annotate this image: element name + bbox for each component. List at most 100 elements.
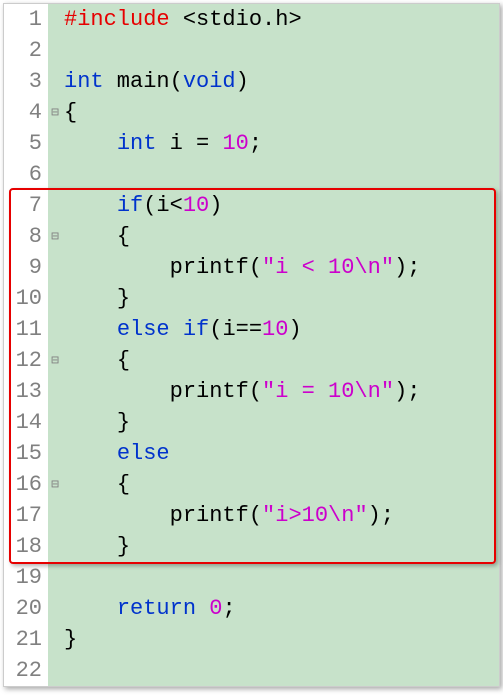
code-content[interactable]	[62, 159, 499, 190]
token-ident	[170, 7, 183, 32]
code-content[interactable]: if(i<10)	[62, 190, 499, 221]
token-punc: {	[64, 100, 77, 125]
code-line: 6	[4, 159, 499, 190]
fold-marker	[48, 593, 62, 624]
token-num: 10	[183, 193, 209, 218]
line-number: 8	[4, 221, 48, 252]
fold-marker	[48, 314, 62, 345]
token-punc: ;	[407, 255, 420, 280]
line-number: 18	[4, 531, 48, 562]
fold-marker	[48, 4, 62, 35]
token-keyword: return	[117, 596, 196, 621]
code-line: 14 }	[4, 407, 499, 438]
code-content[interactable]: return 0;	[62, 593, 499, 624]
token-punc: {	[117, 472, 130, 497]
code-content[interactable]: else if(i==10)	[62, 314, 499, 345]
code-line: 18 }	[4, 531, 499, 562]
token-type: int	[64, 69, 104, 94]
code-content[interactable]	[62, 655, 499, 686]
code-line: 20 return 0;	[4, 593, 499, 624]
code-content[interactable]: }	[62, 531, 499, 562]
token-preproc: #include	[64, 7, 170, 32]
code-content[interactable]: int i = 10;	[62, 128, 499, 159]
fold-marker	[48, 252, 62, 283]
token-punc: {	[117, 348, 130, 373]
fold-marker	[48, 128, 62, 159]
code-content[interactable]: printf("i = 10\n");	[62, 376, 499, 407]
line-number: 22	[4, 655, 48, 686]
code-content[interactable]: }	[62, 283, 499, 314]
fold-marker	[48, 438, 62, 469]
token-ident	[64, 472, 117, 497]
fold-marker	[48, 407, 62, 438]
token-ident	[170, 317, 183, 342]
code-content[interactable]: else	[62, 438, 499, 469]
code-line: 7 if(i<10)	[4, 190, 499, 221]
token-punc: <	[170, 193, 183, 218]
token-punc: (	[209, 317, 222, 342]
code-content[interactable]: }	[62, 624, 499, 655]
code-line: 1#include <stdio.h>	[4, 4, 499, 35]
token-punc: )	[288, 317, 301, 342]
code-content[interactable]: {	[62, 345, 499, 376]
line-number: 19	[4, 562, 48, 593]
token-keyword: else	[117, 441, 170, 466]
token-punc: ==	[236, 317, 262, 342]
fold-marker	[48, 35, 62, 66]
code-line: 8⊟ {	[4, 221, 499, 252]
fold-marker	[48, 531, 62, 562]
code-content[interactable]: {	[62, 97, 499, 128]
code-content[interactable]: printf("i < 10\n");	[62, 252, 499, 283]
token-ident: main	[104, 69, 170, 94]
line-number: 4	[4, 97, 48, 128]
code-content[interactable]: {	[62, 221, 499, 252]
code-line: 11 else if(i==10)	[4, 314, 499, 345]
line-number: 9	[4, 252, 48, 283]
code-content[interactable]: {	[62, 469, 499, 500]
token-punc: )	[236, 69, 249, 94]
code-line: 2	[4, 35, 499, 66]
line-number: 14	[4, 407, 48, 438]
line-number: 3	[4, 66, 48, 97]
fold-marker	[48, 500, 62, 531]
token-ident	[64, 348, 117, 373]
token-punc: }	[117, 286, 130, 311]
fold-marker[interactable]: ⊟	[48, 345, 62, 376]
fold-marker[interactable]: ⊟	[48, 221, 62, 252]
token-punc: ;	[249, 131, 262, 156]
line-number: 16	[4, 469, 48, 500]
code-line: 21}	[4, 624, 499, 655]
token-punc: (	[249, 503, 262, 528]
token-ident: i	[156, 193, 169, 218]
token-punc: {	[117, 224, 130, 249]
token-ident	[64, 410, 117, 435]
code-content[interactable]: }	[62, 407, 499, 438]
code-content[interactable]: printf("i>10\n");	[62, 500, 499, 531]
code-content[interactable]	[62, 562, 499, 593]
token-punc: )	[209, 193, 222, 218]
token-ident: i	[222, 317, 235, 342]
line-number: 17	[4, 500, 48, 531]
code-content[interactable]: int main(void)	[62, 66, 499, 97]
code-content[interactable]: #include <stdio.h>	[62, 4, 499, 35]
token-punc: )	[394, 255, 407, 280]
fold-marker[interactable]: ⊟	[48, 469, 62, 500]
token-punc: (	[249, 379, 262, 404]
fold-marker	[48, 159, 62, 190]
line-number: 20	[4, 593, 48, 624]
token-num: 0	[209, 596, 222, 621]
fold-marker[interactable]: ⊟	[48, 97, 62, 128]
token-punc: (	[170, 69, 183, 94]
token-punc: (	[143, 193, 156, 218]
token-ident	[64, 286, 117, 311]
line-number: 5	[4, 128, 48, 159]
fold-marker	[48, 66, 62, 97]
token-punc: )	[394, 379, 407, 404]
token-punc: }	[117, 534, 130, 559]
token-ident: i	[156, 131, 196, 156]
code-content[interactable]	[62, 35, 499, 66]
code-line: 12⊟ {	[4, 345, 499, 376]
token-ident	[64, 193, 117, 218]
line-number: 13	[4, 376, 48, 407]
code-line: 13 printf("i = 10\n");	[4, 376, 499, 407]
